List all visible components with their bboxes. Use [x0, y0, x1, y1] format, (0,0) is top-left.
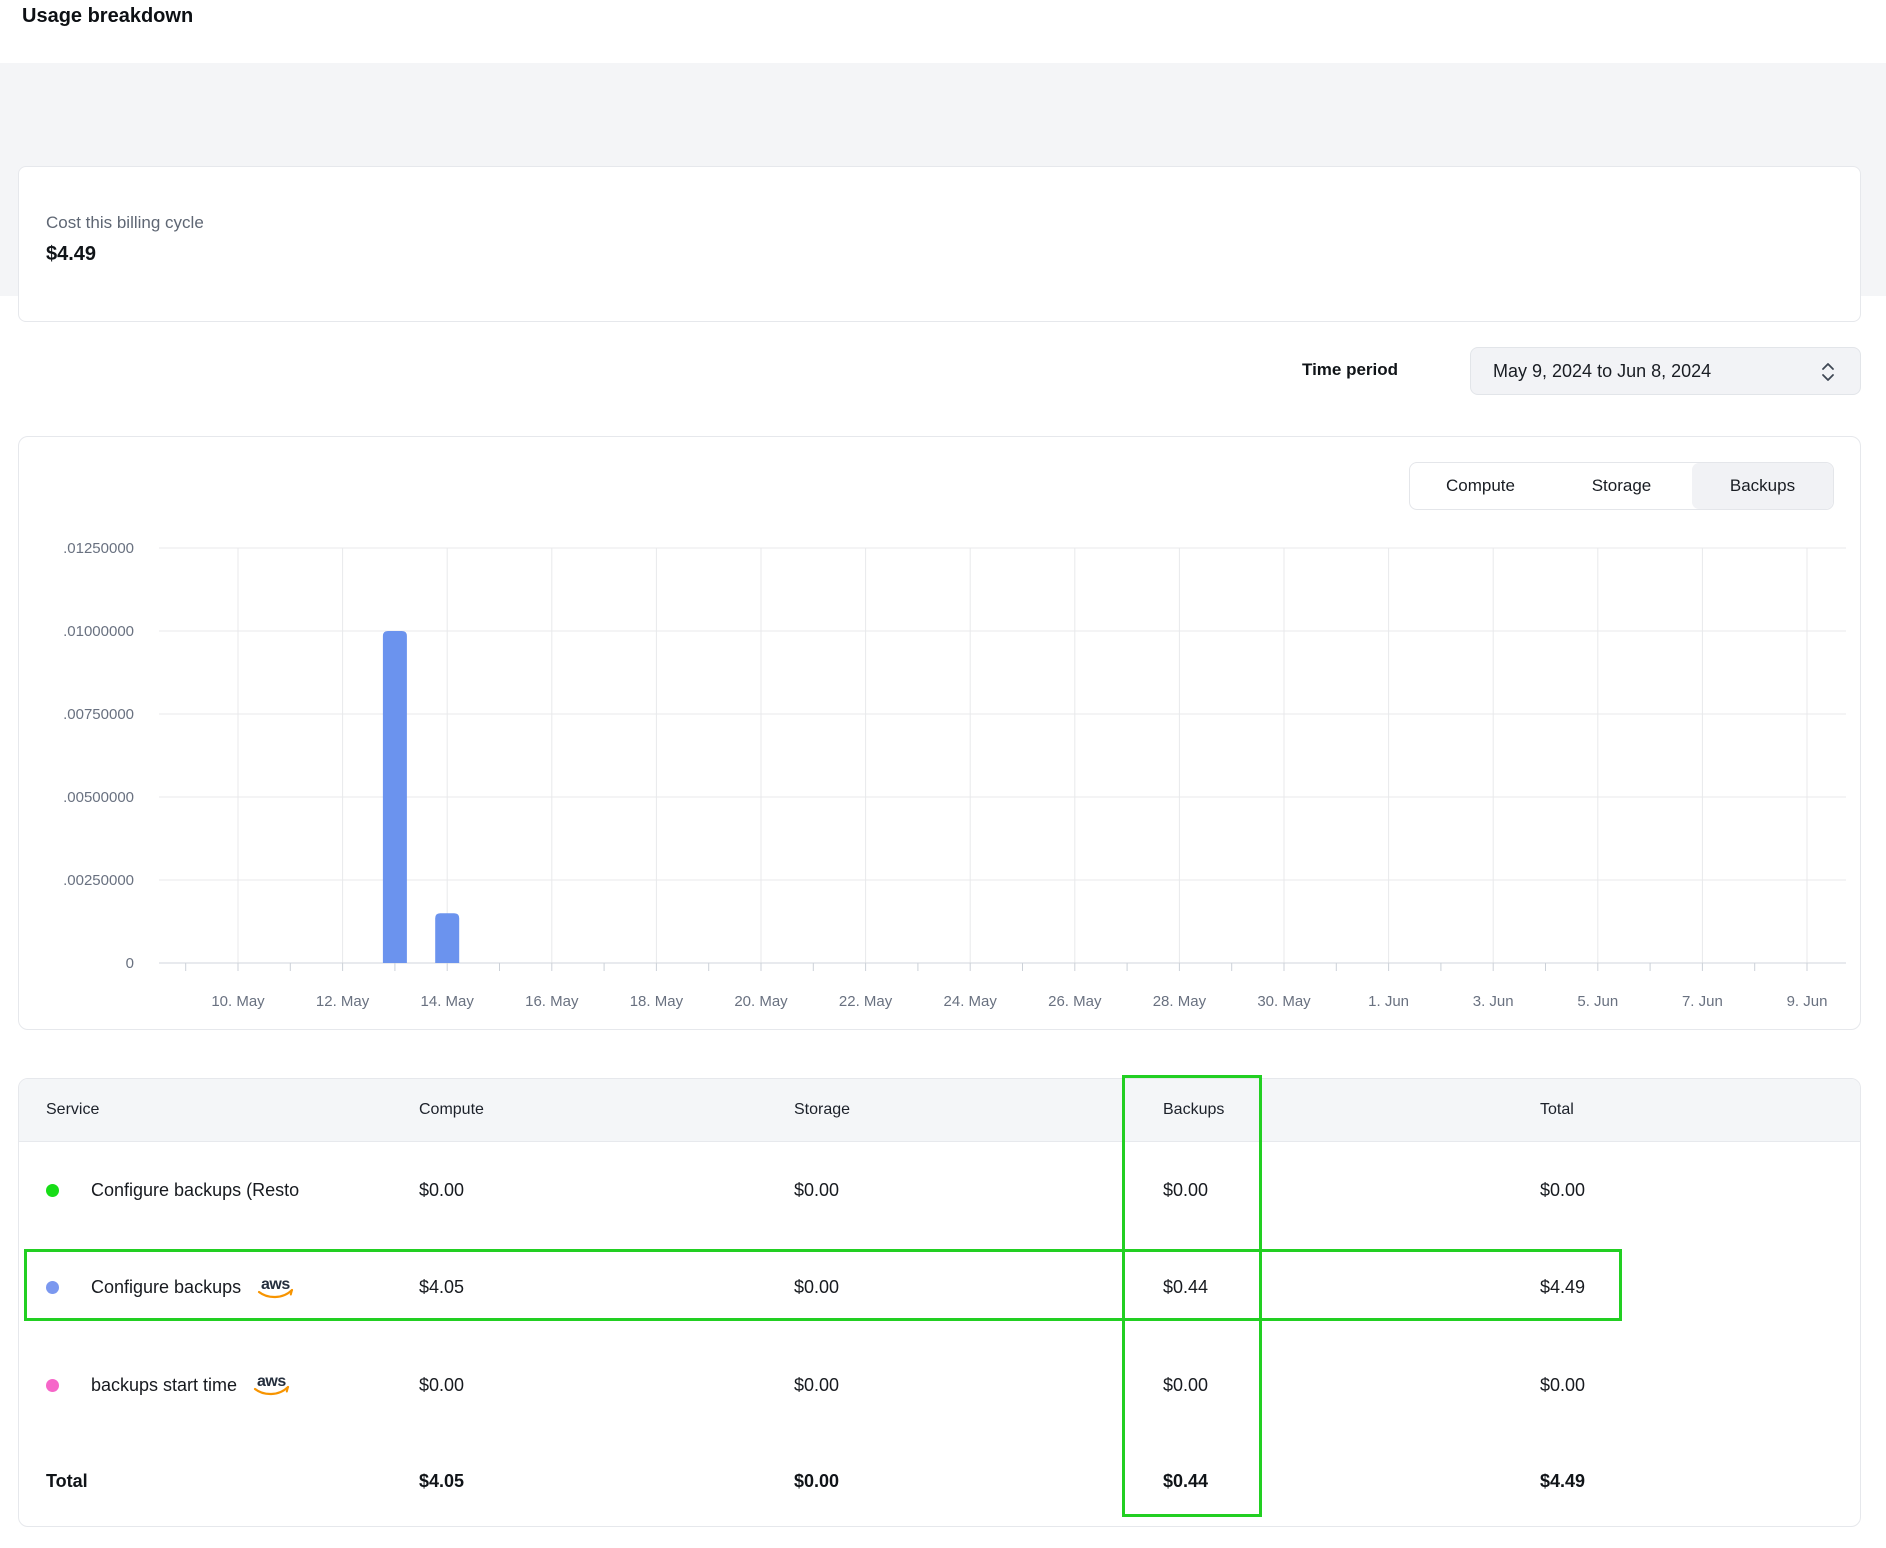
usage-chart-card: 10. May 12. May 14. May 16. May 18. May 20. M… [18, 436, 1861, 1030]
col-header-backups: Backups [1136, 1101, 1513, 1119]
tab-backups[interactable]: Backups [1692, 463, 1833, 509]
backups-value: $0.44 [1136, 1277, 1513, 1298]
svg-text:10. May: 10. May [211, 993, 265, 1010]
series-dot [46, 1184, 59, 1197]
compute-total: $4.05 [392, 1471, 767, 1492]
svg-text:0: 0 [126, 955, 134, 972]
usage-bar-chart: 10. May 12. May 14. May 16. May 18. May 20. M… [19, 437, 1860, 1029]
svg-text:5. Jun: 5. Jun [1577, 993, 1618, 1010]
svg-text:aws: aws [257, 1373, 286, 1390]
svg-text:24. May: 24. May [944, 993, 998, 1010]
svg-text:.00500000: .00500000 [63, 789, 134, 806]
col-header-service: Service [19, 1101, 392, 1119]
storage-value: $0.00 [767, 1180, 1136, 1201]
col-header-compute: Compute [392, 1101, 767, 1119]
summary-section: Cost this billing cycle $4.49 [0, 63, 1886, 296]
col-header-storage: Storage [767, 1101, 1136, 1119]
svg-text:14. May: 14. May [421, 993, 475, 1010]
total-value: $0.00 [1513, 1375, 1860, 1396]
compute-value: $0.00 [392, 1375, 767, 1396]
svg-text:12. May: 12. May [316, 993, 370, 1010]
svg-text:20. May: 20. May [734, 993, 788, 1010]
table-header-row: Service Compute Storage Backups Total [19, 1079, 1860, 1142]
service-name: Configure backups (Resto [91, 1180, 299, 1201]
svg-text:18. May: 18. May [630, 993, 684, 1010]
usage-table: Service Compute Storage Backups Total Co… [18, 1078, 1861, 1527]
updown-caret-icon [1820, 361, 1836, 383]
backups-total: $0.44 [1136, 1471, 1513, 1492]
table-row: backups start time aws $0.00 $0.00 $0.00… [19, 1336, 1860, 1434]
svg-text:30. May: 30. May [1257, 993, 1311, 1010]
service-name: backups start time [91, 1375, 237, 1396]
svg-text:.00250000: .00250000 [63, 872, 134, 889]
backups-value: $0.00 [1136, 1180, 1513, 1201]
service-name: Configure backups [91, 1277, 241, 1298]
tab-compute[interactable]: Compute [1410, 463, 1551, 509]
cost-card-value: $4.49 [46, 243, 96, 266]
table-row: Configure backups (Resto $0.00 $0.00 $0.… [19, 1142, 1860, 1239]
time-period-label: Time period [1302, 360, 1398, 380]
svg-text:.00750000: .00750000 [63, 706, 134, 723]
page-title: Usage breakdown [22, 5, 193, 28]
svg-text:aws: aws [261, 1276, 290, 1293]
usage-breakdown-page: Usage breakdown Cost this billing cycle … [0, 0, 1886, 1548]
chart-series-tabs: Compute Storage Backups [1409, 462, 1834, 510]
total-row-label: Total [19, 1471, 392, 1492]
table-row: Configure backups aws $4.05 $0.00 $0.44 … [19, 1239, 1860, 1336]
svg-text:.01250000: .01250000 [63, 540, 134, 557]
svg-text:22. May: 22. May [839, 993, 893, 1010]
time-period-value: May 9, 2024 to Jun 8, 2024 [1493, 361, 1711, 382]
time-period-select[interactable]: May 9, 2024 to Jun 8, 2024 [1470, 347, 1861, 395]
col-header-total: Total [1513, 1101, 1860, 1119]
compute-value: $4.05 [392, 1277, 767, 1298]
svg-text:.01000000: .01000000 [63, 623, 134, 640]
compute-value: $0.00 [392, 1180, 767, 1201]
cost-summary-card: Cost this billing cycle $4.49 [18, 166, 1861, 322]
tab-storage[interactable]: Storage [1551, 463, 1692, 509]
svg-text:1. Jun: 1. Jun [1368, 993, 1409, 1010]
storage-value: $0.00 [767, 1277, 1136, 1298]
svg-text:9. Jun: 9. Jun [1787, 993, 1828, 1010]
svg-text:28. May: 28. May [1153, 993, 1207, 1010]
backups-value: $0.00 [1136, 1375, 1513, 1396]
storage-total: $0.00 [767, 1471, 1136, 1492]
grand-total: $4.49 [1513, 1471, 1860, 1492]
aws-logo: aws [255, 1274, 295, 1302]
svg-text:7. Jun: 7. Jun [1682, 993, 1723, 1010]
series-dot [46, 1281, 59, 1294]
cost-card-label: Cost this billing cycle [46, 213, 204, 233]
svg-text:3. Jun: 3. Jun [1473, 993, 1514, 1010]
series-dot [46, 1379, 59, 1392]
total-value: $0.00 [1513, 1180, 1860, 1201]
storage-value: $0.00 [767, 1375, 1136, 1396]
svg-text:26. May: 26. May [1048, 993, 1102, 1010]
table-total-row: Total $4.05 $0.00 $0.44 $4.49 [19, 1434, 1860, 1527]
total-value: $4.49 [1513, 1277, 1860, 1298]
svg-text:16. May: 16. May [525, 993, 579, 1010]
aws-logo: aws [251, 1371, 291, 1399]
